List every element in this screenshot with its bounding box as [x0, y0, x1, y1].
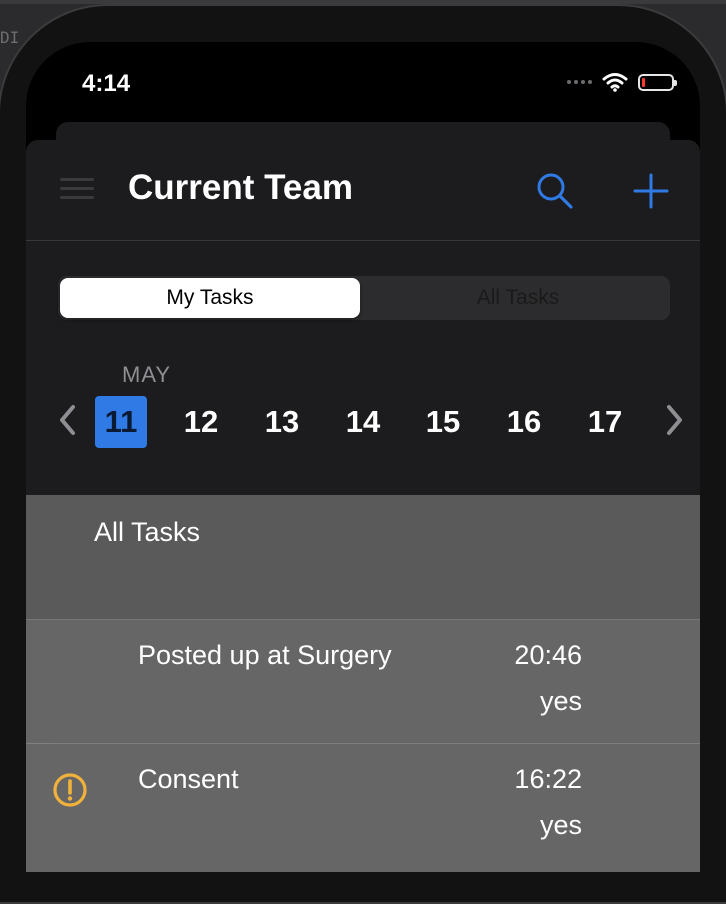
wifi-icon — [602, 73, 628, 92]
calendar-month: MAY — [122, 362, 172, 387]
day-17[interactable]: 17 — [579, 396, 631, 448]
task-status: yes — [539, 810, 582, 840]
battery-icon — [638, 73, 677, 91]
window-tag: DI — [0, 28, 20, 47]
phone-frame: 4:14 Current Team My Tasks All Tasks MAY… — [0, 4, 726, 904]
add-icon[interactable] — [630, 170, 672, 212]
phone-screen: 4:14 Current Team My Tasks All Tasks MAY… — [26, 42, 700, 872]
task-title: Posted up at Surgery — [138, 640, 392, 670]
task-time: 20:46 — [514, 640, 582, 670]
task-time: 16:22 — [514, 764, 582, 794]
battery-level — [642, 77, 645, 87]
task-filter-segmented-control: My Tasks All Tasks — [58, 276, 670, 320]
chevron-left-icon[interactable] — [54, 402, 82, 438]
task-list: All Tasks Posted up at Surgery 20:46 yes… — [26, 495, 700, 872]
task-status: yes — [539, 686, 582, 716]
day-15[interactable]: 15 — [417, 396, 469, 448]
page-title: Current Team — [128, 168, 353, 207]
notch — [176, 42, 550, 98]
search-icon[interactable] — [534, 170, 576, 212]
task-row[interactable]: Consent 16:22 yes — [26, 744, 700, 867]
day-11[interactable]: 11 — [95, 396, 147, 448]
chevron-right-icon[interactable] — [660, 402, 688, 438]
segment-my-tasks[interactable]: My Tasks — [60, 278, 360, 318]
section-title: All Tasks — [94, 517, 201, 547]
status-indicators — [567, 72, 677, 92]
day-14[interactable]: 14 — [337, 396, 389, 448]
section-header: All Tasks — [26, 495, 700, 620]
cellular-signal-icon — [567, 80, 592, 84]
date-strip: 11 12 13 14 15 16 17 — [26, 392, 700, 448]
menu-icon[interactable] — [60, 178, 94, 205]
segment-all-tasks[interactable]: All Tasks — [368, 278, 668, 318]
day-12[interactable]: 12 — [175, 396, 227, 448]
task-title: Consent — [138, 764, 239, 794]
main-sheet: Current Team My Tasks All Tasks MAY 11 1… — [26, 140, 700, 872]
exclamation-circle-icon — [53, 773, 87, 807]
status-time: 4:14 — [82, 70, 131, 97]
day-13[interactable]: 13 — [256, 396, 308, 448]
day-16[interactable]: 16 — [498, 396, 550, 448]
navigation-bar: Current Team — [26, 140, 700, 241]
task-row[interactable]: Posted up at Surgery 20:46 yes — [26, 620, 700, 744]
